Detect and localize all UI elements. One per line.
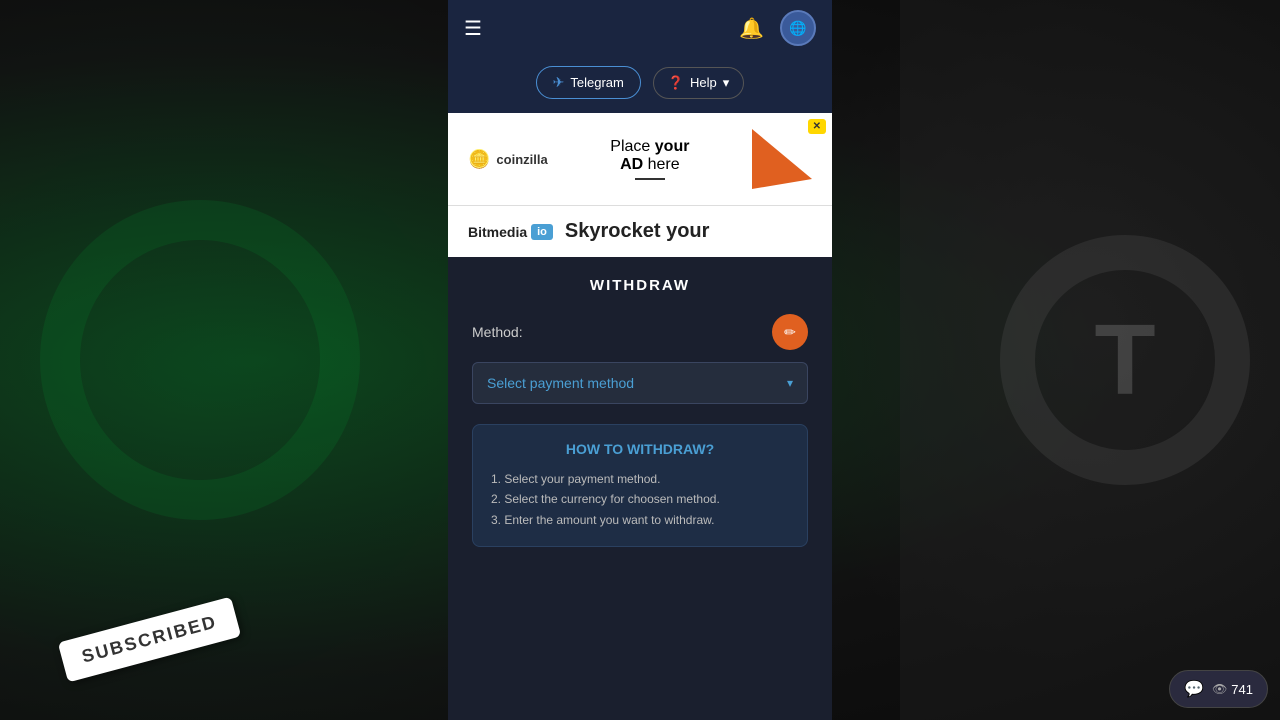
withdraw-section: WITHDRAW Method: ✏ Select payment method…: [448, 257, 832, 567]
ad-banner-bitmedia[interactable]: Bitmedia io Skyrocket your: [448, 205, 832, 257]
ad-banner-coinzilla[interactable]: 🪙 coinzilla Place your AD here ✕: [448, 113, 832, 205]
nav-right: 🔔 🌐: [739, 10, 816, 46]
coinzilla-coin-icon: 🪙: [468, 149, 490, 170]
telegram-icon: ✈: [553, 74, 565, 91]
ad-place-text: Place your: [558, 138, 742, 156]
coinzilla-logo: 🪙 coinzilla: [468, 149, 548, 170]
help-label: Help: [690, 75, 717, 90]
ad-ad: AD: [620, 156, 643, 173]
ad-place: Place: [610, 138, 650, 155]
ad-here: here: [648, 156, 680, 173]
ad-underline: [635, 178, 665, 180]
ad-close-button[interactable]: ✕: [808, 119, 826, 134]
chat-icon: 💬: [1184, 679, 1204, 699]
bitmedia-logo: Bitmedia io: [468, 224, 553, 240]
ad-text: Place your AD here: [548, 138, 752, 180]
avatar[interactable]: 🌐: [780, 10, 816, 46]
how-to-step-3: 3. Enter the amount you want to withdraw…: [491, 510, 789, 530]
method-label: Method:: [472, 324, 523, 340]
ad-your: your: [655, 138, 690, 155]
ad-ad-here: AD here: [558, 156, 742, 174]
how-to-step-1: 1. Select your payment method.: [491, 469, 789, 489]
coinzilla-name: coinzilla: [496, 152, 547, 167]
select-chevron-icon: ▾: [787, 376, 793, 390]
telegram-button[interactable]: ✈ Telegram: [536, 66, 641, 99]
ad-triangle-decoration: [752, 129, 812, 189]
how-to-withdraw-box: HOW TO WITHDRAW? 1. Select your payment …: [472, 424, 808, 547]
help-chevron: ▾: [723, 75, 730, 91]
help-button[interactable]: ❓ Help ▾: [653, 67, 744, 99]
live-chat-badge[interactable]: 💬 👁 741: [1169, 670, 1268, 708]
app-panel: ☰ 🔔 🌐 ✈ Telegram ❓ Help ▾ 🪙 coinzilla: [448, 0, 832, 720]
method-row: Method: ✏: [472, 314, 808, 350]
edit-button[interactable]: ✏: [772, 314, 808, 350]
withdraw-title: WITHDRAW: [472, 277, 808, 294]
hamburger-icon[interactable]: ☰: [464, 16, 482, 41]
bitmedia-io-badge: io: [531, 224, 553, 240]
viewer-number: 741: [1231, 682, 1253, 697]
how-to-step-2: 2. Select the currency for choosen metho…: [491, 489, 789, 509]
navbar: ☰ 🔔 🌐: [448, 0, 832, 56]
sub-header: ✈ Telegram ❓ Help ▾: [448, 56, 832, 113]
help-icon: ❓: [668, 75, 684, 91]
payment-method-select[interactable]: Select payment method ▾: [472, 362, 808, 404]
how-to-title: HOW TO WITHDRAW?: [491, 441, 789, 457]
viewer-icon: 👁: [1212, 682, 1227, 696]
bell-icon[interactable]: 🔔: [739, 16, 764, 41]
scroll-content: 🪙 coinzilla Place your AD here ✕: [448, 113, 832, 720]
telegram-label: Telegram: [570, 75, 623, 90]
viewer-count: 👁 741: [1212, 682, 1253, 697]
bitmedia-slogan: Skyrocket your: [565, 220, 710, 243]
nav-left: ☰: [464, 16, 482, 41]
select-placeholder: Select payment method: [487, 375, 634, 391]
bitmedia-label: Bitmedia: [468, 224, 527, 240]
